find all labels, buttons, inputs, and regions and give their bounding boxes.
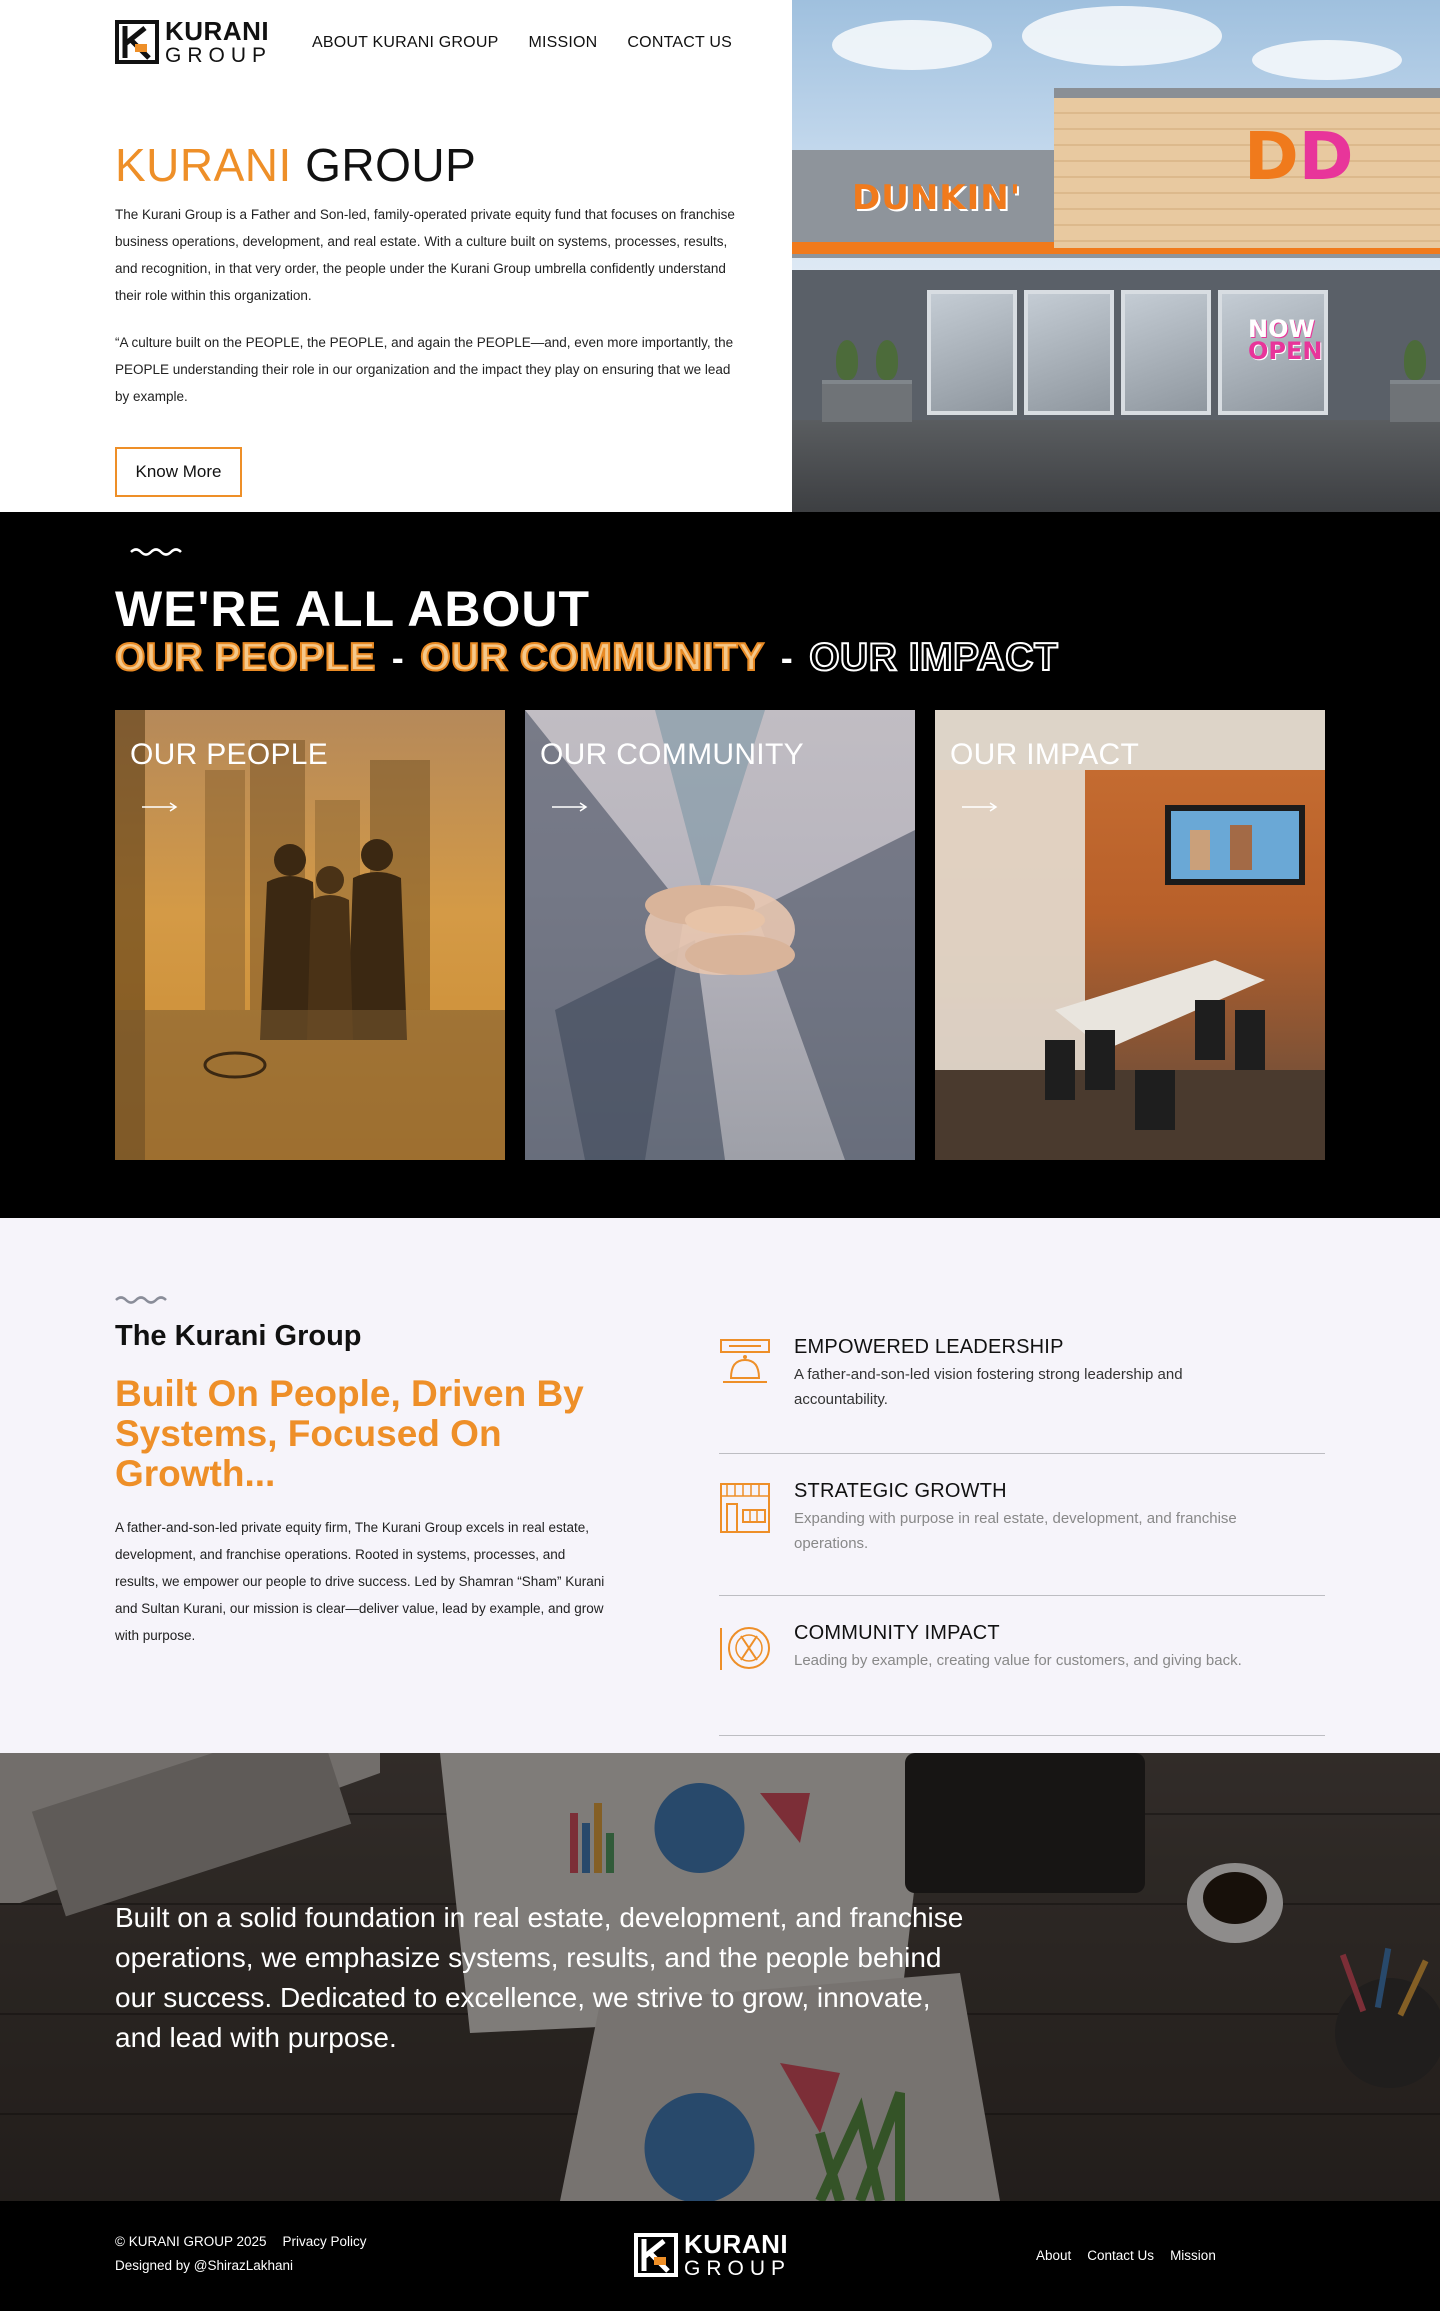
feature-title: COMMUNITY IMPACT xyxy=(794,1622,1000,1644)
nav-contact[interactable]: CONTACT US xyxy=(627,34,732,52)
banner-text: Built on a solid foundation in real esta… xyxy=(115,1902,964,2053)
about-heading: WE'RE ALL ABOUT xyxy=(115,581,591,637)
store-window xyxy=(1121,290,1211,415)
footer-link-about[interactable]: About xyxy=(1036,2248,1071,2263)
feature-text: Leading by example, creating value for c… xyxy=(794,1652,1242,1669)
card-title: OUR IMPACT xyxy=(950,738,1140,771)
pillar-separator: - xyxy=(780,637,794,678)
designer-credit[interactable]: Designed by @ShirazLakhani xyxy=(115,2258,293,2273)
card-our-community[interactable]: OUR COMMUNITY xyxy=(525,710,915,1160)
store-sign: DUNKIN' xyxy=(852,178,1022,218)
hero-storefront-image: DUNKIN' DD NOW OPEN xyxy=(792,0,1440,512)
logo-line-2: GROUP xyxy=(165,44,273,67)
feature-text: A father-and-son-led vision fostering st… xyxy=(794,1366,1183,1408)
cloud xyxy=(1022,6,1222,66)
pillar-separator: - xyxy=(391,637,405,678)
store-window xyxy=(1024,290,1114,415)
dd-badge: DD xyxy=(1244,118,1354,195)
planter xyxy=(1390,380,1440,422)
about-section: WE'RE ALL ABOUT OUR PEOPLE - OUR COMMUNI… xyxy=(0,512,1440,1218)
footer-copyright-row: © KURANI GROUP 2025 Privacy Policy xyxy=(115,2234,367,2249)
pillar-community: OUR COMMUNITY xyxy=(419,635,765,680)
main-nav: ABOUT KURANI GROUP MISSION CONTACT US xyxy=(312,34,732,52)
logo-mark-icon xyxy=(115,20,159,64)
logo-line-1: KURANI xyxy=(684,2229,789,2259)
section-subtitle: The Kurani Group xyxy=(115,1320,362,1352)
reception-bell-icon xyxy=(720,1339,770,1383)
card-title: OUR PEOPLE xyxy=(130,738,329,771)
business-people-illustration xyxy=(115,710,505,1160)
wave-divider-icon xyxy=(130,548,182,556)
section-title: Built On People, Driven By Systems, Focu… xyxy=(115,1373,584,1494)
know-more-button[interactable]: Know More xyxy=(115,447,242,497)
nav-mission[interactable]: MISSION xyxy=(528,34,597,52)
storefront-icon xyxy=(720,1483,770,1533)
privacy-policy-link[interactable]: Privacy Policy xyxy=(283,2234,367,2249)
cloud xyxy=(832,20,992,70)
arrow-right-icon xyxy=(552,802,588,812)
plate-cutlery-icon xyxy=(720,1627,770,1670)
hero-section: KURANI GROUP ABOUT KURANI GROUP MISSION … xyxy=(0,0,1440,512)
hero-title: KURANI GROUP xyxy=(115,138,476,192)
feature-title: EMPOWERED LEADERSHIP xyxy=(794,1336,1064,1358)
planter xyxy=(862,380,912,422)
logo-wordmark: KURANI GROUP xyxy=(684,2231,791,2279)
hero-title-accent: KURANI xyxy=(115,139,292,191)
hero-title-rest: GROUP xyxy=(305,139,477,191)
feature-community-impact: COMMUNITY IMPACT Leading by example, cre… xyxy=(719,1622,1325,1736)
nav-about[interactable]: ABOUT KURANI GROUP xyxy=(312,34,498,52)
pillar-impact: OUR IMPACT xyxy=(808,635,1059,680)
parking-lot xyxy=(792,420,1440,512)
kurani-group-section: The Kurani Group Built On People, Driven… xyxy=(0,1218,1440,1753)
foundation-banner: Built on a solid foundation in real esta… xyxy=(0,1753,1440,2201)
now-open-sign: NOW OPEN xyxy=(1248,315,1323,365)
footer-link-mission[interactable]: Mission xyxy=(1170,2248,1216,2263)
card-title: OUR COMMUNITY xyxy=(540,738,804,771)
copyright-text: © KURANI GROUP 2025 xyxy=(115,2234,267,2249)
logo-wordmark: KURANI GROUP xyxy=(165,18,272,66)
feature-empowered-leadership: EMPOWERED LEADERSHIP A father-and-son-le… xyxy=(719,1336,1325,1454)
logo-mark-icon xyxy=(634,2233,678,2277)
feature-title: STRATEGIC GROWTH xyxy=(794,1480,1007,1502)
hero-content: KURANI GROUP ABOUT KURANI GROUP MISSION … xyxy=(0,0,792,512)
logo-line-2: GROUP xyxy=(684,2257,792,2280)
hero-paragraph-2: “A culture built on the PEOPLE, the PEOP… xyxy=(115,335,734,404)
wave-divider-icon xyxy=(115,1296,167,1304)
hero-paragraph-1: The Kurani Group is a Father and Son-led… xyxy=(115,207,735,303)
store-window xyxy=(927,290,1017,415)
footer-link-contact[interactable]: Contact Us xyxy=(1087,2248,1154,2263)
feature-text: Expanding with purpose in real estate, d… xyxy=(794,1510,1237,1552)
feature-strategic-growth: STRATEGIC GROWTH Expanding with purpose … xyxy=(719,1480,1325,1596)
card-our-impact[interactable]: OUR IMPACT xyxy=(935,710,1325,1160)
site-footer: © KURANI GROUP 2025 Privacy Policy Desig… xyxy=(0,2201,1440,2311)
card-our-people[interactable]: OUR PEOPLE xyxy=(115,710,505,1160)
arrow-right-icon xyxy=(962,802,998,812)
section-paragraph: A father-and-son-led private equity firm… xyxy=(115,1520,605,1643)
shrub xyxy=(1404,340,1426,380)
site-logo[interactable]: KURANI GROUP xyxy=(115,18,272,66)
stacked-hands-illustration xyxy=(525,710,915,1160)
footer-logo[interactable]: KURANI GROUP xyxy=(634,2231,791,2279)
meeting-room-illustration xyxy=(935,710,1325,1160)
footer-nav: About Contact Us Mission xyxy=(1036,2248,1216,2263)
about-pillars: OUR PEOPLE - OUR COMMUNITY - OUR IMPACT xyxy=(114,635,1059,680)
shrub xyxy=(836,340,858,380)
pillar-people: OUR PEOPLE xyxy=(114,635,376,680)
shrub xyxy=(876,340,898,380)
cloud xyxy=(1252,40,1402,80)
arrow-right-icon xyxy=(142,802,178,812)
logo-line-1: KURANI xyxy=(165,16,270,46)
